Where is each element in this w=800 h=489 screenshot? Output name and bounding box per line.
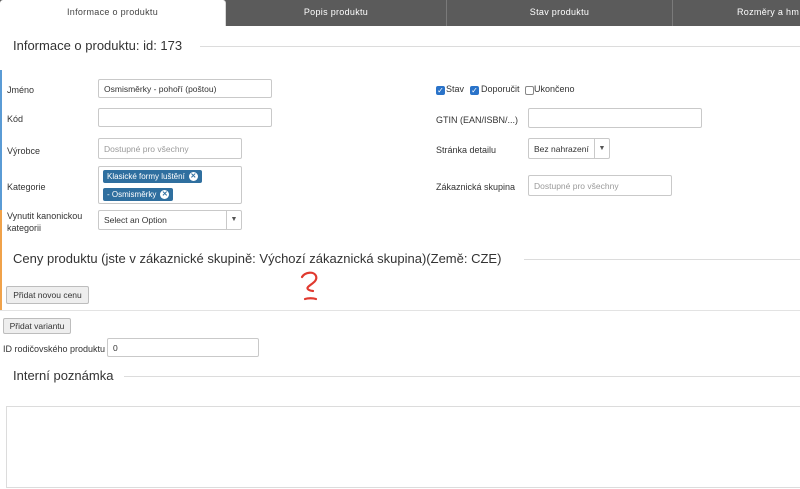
add-variant-button[interactable]: Přidat variantu: [3, 318, 71, 334]
code-input[interactable]: [98, 108, 272, 127]
name-input[interactable]: Osmisměrky - pohoří (poštou): [98, 79, 272, 98]
product-info-legend: Informace o produktu: id: 173: [13, 38, 183, 53]
status-checkbox-label: Stav: [446, 84, 465, 94]
gtin-input[interactable]: [528, 108, 702, 128]
recommend-checkbox-label: Doporučit: [481, 84, 520, 94]
parent-id-input[interactable]: 0: [107, 338, 259, 357]
detail-page-select[interactable]: Bez nahrazení ▼: [528, 138, 610, 159]
discontinued-checkbox-label: Ukončeno: [534, 84, 575, 94]
parent-id-label: ID rodičovského produktu: [3, 344, 106, 354]
internal-note-legend: Interní poznámka: [13, 368, 114, 383]
category-tag: Klasické formy luštění ✕: [103, 170, 202, 183]
canonical-category-label: Vynutit kanonickou kategorii: [7, 210, 82, 234]
tab-bar: Informace o produktu Popis produktu Stav…: [0, 0, 800, 26]
category-tag-label: Klasické formy luštění: [107, 172, 185, 181]
category-tag-label: - Osmisměrky: [107, 190, 157, 199]
prices-legend: Ceny produktu (jste v zákaznické skupině…: [13, 251, 502, 266]
internal-note-textarea[interactable]: [6, 406, 800, 488]
tab-product-info[interactable]: Informace o produktu: [0, 0, 226, 26]
category-tag: - Osmisměrky ✕: [103, 188, 174, 201]
detail-page-label: Stránka detailu: [436, 145, 497, 155]
category-tags-input[interactable]: Klasické formy luštění ✕ - Osmisměrky ✕: [98, 166, 242, 204]
category-label: Kategorie: [7, 182, 46, 192]
legend-rule: [524, 259, 800, 260]
handwritten-question-mark: [300, 271, 318, 301]
canonical-category-label-line: kategorii: [7, 223, 42, 233]
tab-product-status[interactable]: Stav produktu: [447, 0, 672, 24]
customer-group-label: Zákaznická skupina: [436, 182, 516, 192]
code-label: Kód: [7, 114, 24, 124]
legend-rule: [124, 376, 800, 377]
manufacturer-label: Výrobce: [7, 146, 41, 156]
tab-dimensions[interactable]: Rozměry a hm: [673, 0, 800, 24]
section-accent: [0, 210, 2, 310]
section-divider: [0, 310, 800, 311]
name-label: Jméno: [7, 85, 35, 95]
legend-rule: [200, 46, 800, 47]
chevron-down-icon: ▼: [594, 139, 609, 158]
add-price-button[interactable]: Přidat novou cenu: [6, 286, 89, 304]
status-checkbox[interactable]: ✓: [436, 86, 445, 95]
tab-product-description[interactable]: Popis produktu: [226, 0, 446, 24]
remove-tag-icon[interactable]: ✕: [188, 172, 198, 181]
canonical-category-select[interactable]: Select an Option ▼: [98, 210, 242, 230]
remove-tag-icon[interactable]: ✕: [160, 190, 170, 199]
customer-group-input[interactable]: Dostupné pro všechny: [528, 175, 672, 196]
gtin-label: GTIN (EAN/ISBN/...): [436, 115, 519, 125]
detail-page-value: Bez nahrazení: [534, 144, 589, 154]
canonical-category-label-line: Vynutit kanonickou: [7, 211, 83, 221]
manufacturer-input[interactable]: Dostupné pro všechny: [98, 138, 242, 159]
canonical-category-value: Select an Option: [104, 215, 167, 225]
discontinued-checkbox[interactable]: [525, 86, 534, 95]
chevron-down-icon: ▼: [226, 211, 241, 229]
recommend-checkbox[interactable]: ✓: [470, 86, 479, 95]
